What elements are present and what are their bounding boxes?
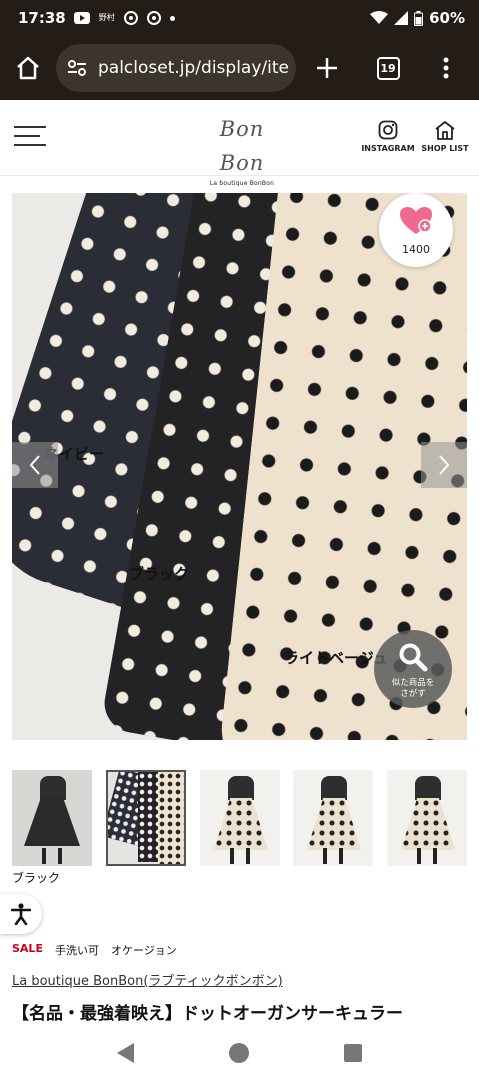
android-nav-bar xyxy=(0,1026,479,1080)
shop-icon xyxy=(435,121,455,140)
brand-link[interactable]: La boutique BonBon(ラブティックボンボン) xyxy=(12,970,283,989)
shop-list-link[interactable]: SHOP LIST xyxy=(420,120,470,153)
site-logo[interactable]: Bon Bon La boutique BonBon xyxy=(196,112,288,187)
status-bar: 17:38 野村 60% xyxy=(0,0,479,36)
wifi-icon xyxy=(370,11,389,24)
status-time: 17:38 xyxy=(18,9,66,27)
thumbnail[interactable] xyxy=(200,770,280,866)
thumbnail[interactable] xyxy=(12,770,92,866)
tag-sale: SALE xyxy=(12,942,43,955)
shop-list-label: SHOP LIST xyxy=(421,144,469,153)
browser-toolbar: palcloset.jp/display/ite 19 xyxy=(0,36,479,100)
home-button[interactable] xyxy=(0,36,56,100)
site-settings-icon[interactable] xyxy=(66,57,88,79)
url-bar[interactable]: palcloset.jp/display/ite xyxy=(56,44,296,92)
favorite-button[interactable]: 1400 xyxy=(379,193,453,267)
instagram-icon xyxy=(378,120,398,140)
accessibility-icon xyxy=(11,903,31,925)
logo-subtitle: La boutique BonBon xyxy=(209,180,275,187)
home-circle-icon[interactable] xyxy=(228,1043,249,1063)
hamburger-menu-icon[interactable] xyxy=(14,126,46,150)
browser-menu-button[interactable] xyxy=(418,36,474,100)
site-header: Bon Bon La boutique BonBon INSTAGRAM SHO… xyxy=(0,100,479,187)
heart-plus-icon xyxy=(400,207,432,234)
more-vert-icon xyxy=(443,57,449,79)
plus-icon xyxy=(317,58,337,78)
notification-icons: 野村 xyxy=(73,11,175,25)
dot-icon xyxy=(169,15,175,21)
similar-items-label: 似た商品を さがす xyxy=(391,678,435,699)
carousel-prev-button[interactable] xyxy=(12,442,58,488)
thumbnail[interactable] xyxy=(293,770,373,866)
tab-switcher-button[interactable]: 19 xyxy=(358,36,418,100)
label-beige: ライトベージュ xyxy=(284,649,388,667)
thumbnail[interactable] xyxy=(387,770,467,866)
product-tags: SALE 手洗い可 オケージョン xyxy=(12,942,177,958)
youtube-icon xyxy=(73,12,90,24)
instagram-label: INSTAGRAM xyxy=(361,144,415,153)
search-icon xyxy=(399,643,428,672)
notification-text: 野村 xyxy=(98,13,115,22)
tag-occasion: オケージョン xyxy=(110,944,177,957)
logo-script: Bon Bon xyxy=(219,117,265,175)
url-text: palcloset.jp/display/ite xyxy=(98,58,289,78)
chrome-icon xyxy=(146,11,161,25)
instagram-link[interactable]: INSTAGRAM xyxy=(358,120,418,153)
chrome-icon xyxy=(123,11,138,25)
favorite-count: 1400 xyxy=(402,243,430,256)
back-icon[interactable] xyxy=(117,1043,135,1063)
label-black: ブラック xyxy=(129,565,190,583)
status-right: 60% xyxy=(370,9,465,27)
similar-items-button[interactable]: 似た商品を さがす xyxy=(374,630,452,708)
home-icon xyxy=(17,56,39,80)
tab-count: 19 xyxy=(376,56,400,80)
chevron-right-icon xyxy=(439,455,450,475)
signal-icon xyxy=(394,11,409,25)
accessibility-button[interactable] xyxy=(0,894,42,934)
thumbnail-caption: ブラック xyxy=(12,871,61,885)
recents-icon[interactable] xyxy=(343,1044,362,1062)
thumbnail-selected[interactable] xyxy=(106,770,186,866)
product-image-carousel[interactable]: ネイビー ブラック ライトベージュ 1400 似た商品を さがす xyxy=(12,193,467,740)
new-tab-button[interactable] xyxy=(296,36,358,100)
chevron-left-icon xyxy=(29,455,40,475)
product-title: 【名品・最強着映え】ドットオーガンサーキュラー xyxy=(12,1004,403,1024)
thumbnail-strip xyxy=(12,770,467,868)
tag-hand-wash: 手洗い可 xyxy=(54,944,99,957)
carousel-next-button[interactable] xyxy=(421,442,467,488)
battery-icon xyxy=(414,10,424,26)
battery-percent: 60% xyxy=(429,9,465,27)
